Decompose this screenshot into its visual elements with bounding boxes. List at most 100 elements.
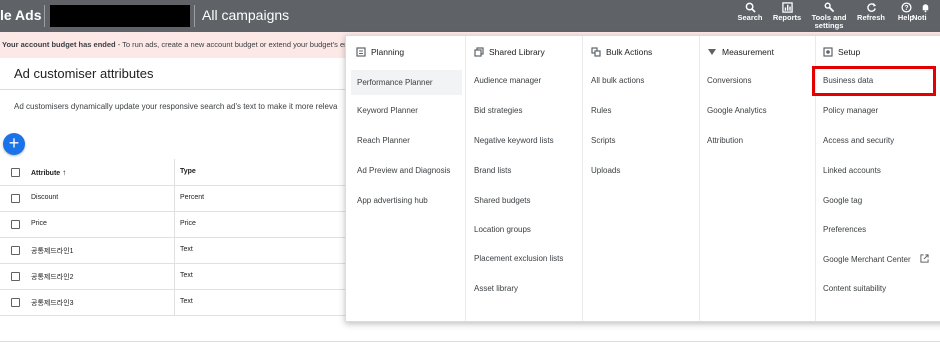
setup-icon xyxy=(823,47,833,57)
menu-item-google-tag[interactable]: Google tag xyxy=(823,196,862,205)
type-cell: Price xyxy=(180,220,196,227)
menu-item-preferences[interactable]: Preferences xyxy=(823,225,866,234)
shared-library-column: Shared Library Audience manager Bid stra… xyxy=(466,36,582,321)
bulk-actions-column: Bulk Actions All bulk actions Rules Scri… xyxy=(583,36,699,321)
bulk-actions-heading: Bulk Actions xyxy=(591,47,652,57)
menu-item-content-suitability[interactable]: Content suitability xyxy=(823,284,886,293)
row-checkbox[interactable] xyxy=(11,194,20,203)
row-checkbox[interactable] xyxy=(11,272,20,281)
sort-ascending-icon: ↑ xyxy=(62,168,67,177)
menu-item-uploads[interactable]: Uploads xyxy=(591,166,620,175)
menu-item-ad-preview-and-diagnosis[interactable]: Ad Preview and Diagnosis xyxy=(357,166,450,175)
menu-item-keyword-planner[interactable]: Keyword Planner xyxy=(357,106,418,115)
row-checkbox[interactable] xyxy=(11,220,20,229)
divider xyxy=(0,89,345,90)
page-description: Ad customisers dynamically update your r… xyxy=(14,102,338,111)
column-divider xyxy=(174,263,175,289)
menu-item-reach-planner[interactable]: Reach Planner xyxy=(357,136,410,145)
attribute-cell: 공통제드라인3 xyxy=(31,300,74,307)
planning-heading: Planning xyxy=(356,47,404,57)
measurement-heading: Measurement xyxy=(707,47,774,57)
attribute-cell: 공통제드라인2 xyxy=(31,274,74,281)
setup-title: Setup xyxy=(838,47,861,57)
notifications-button[interactable]: Noti xyxy=(912,2,940,22)
refresh-icon xyxy=(866,2,876,12)
alert-text: - To run ads, create a new account budge… xyxy=(115,40,363,49)
menu-item-placement-exclusion-lists[interactable]: Placement exclusion lists xyxy=(474,254,563,263)
bulk-actions-icon xyxy=(591,47,601,57)
attribute-cell: Price xyxy=(31,220,47,227)
table-row[interactable]: 공통제드라인1 Text xyxy=(0,237,345,264)
row-checkbox[interactable] xyxy=(11,298,20,307)
attribute-cell: 공통제드라인1 xyxy=(31,248,74,255)
type-cell: Text xyxy=(180,298,193,305)
table-row[interactable]: 공통제드라인2 Text xyxy=(0,263,345,290)
external-link-icon xyxy=(920,254,929,263)
menu-item-location-groups[interactable]: Location groups xyxy=(474,225,531,234)
table-row[interactable]: Price Price xyxy=(0,211,345,238)
menu-item-performance-planner[interactable]: Performance Planner xyxy=(351,70,462,95)
type-cell: Percent xyxy=(180,194,205,201)
menu-item-shared-budgets[interactable]: Shared budgets xyxy=(474,196,531,205)
menu-item-brand-lists[interactable]: Brand lists xyxy=(474,166,511,175)
menu-item-google-analytics[interactable]: Google Analytics xyxy=(707,106,767,115)
breadcrumb[interactable]: All campaigns xyxy=(202,7,289,23)
divider xyxy=(194,5,195,27)
product-logo[interactable]: le Ads xyxy=(0,7,42,23)
add-attribute-button[interactable]: + xyxy=(3,133,25,155)
menu-item-policy-manager[interactable]: Policy manager xyxy=(823,106,878,115)
column-divider xyxy=(174,159,175,185)
menu-item-scripts[interactable]: Scripts xyxy=(591,136,615,145)
menu-item-audience-manager[interactable]: Audience manager xyxy=(474,76,541,85)
top-bar: le Ads All campaigns Search Reports Tool… xyxy=(0,0,940,32)
column-header-attribute-label: Attribute xyxy=(31,170,61,177)
attribute-cell: Discount xyxy=(31,194,59,201)
menu-item-asset-library[interactable]: Asset library xyxy=(474,284,518,293)
table-row[interactable]: Discount Percent xyxy=(0,185,345,212)
reports-label: Reports xyxy=(772,13,802,22)
shared-library-heading: Shared Library xyxy=(474,47,545,57)
column-header-attribute[interactable]: Attribute ↑ xyxy=(31,168,66,177)
menu-item-app-advertising-hub[interactable]: App advertising hub xyxy=(357,196,428,205)
notification-icon xyxy=(922,4,929,13)
menu-item-attribution[interactable]: Attribution xyxy=(707,136,743,145)
wrench-icon xyxy=(824,2,834,13)
help-icon: ? xyxy=(900,2,912,13)
search-label: Search xyxy=(737,13,763,22)
column-divider xyxy=(174,185,175,211)
row-checkbox[interactable] xyxy=(11,246,20,255)
shared-library-title: Shared Library xyxy=(489,47,545,57)
table-row[interactable]: 공통제드라인3 Text xyxy=(0,289,345,316)
menu-item-google-merchant-center[interactable]: Google Merchant Center xyxy=(823,254,929,264)
column-header-type[interactable]: Type xyxy=(180,168,196,175)
column-divider xyxy=(174,237,175,263)
divider xyxy=(44,5,45,27)
menu-item-conversions[interactable]: Conversions xyxy=(707,76,751,85)
measurement-title: Measurement xyxy=(722,47,774,57)
account-selector[interactable] xyxy=(50,5,190,27)
page-title: Ad customiser attributes xyxy=(14,66,154,81)
search-icon xyxy=(745,2,756,13)
menu-item-linked-accounts[interactable]: Linked accounts xyxy=(823,166,881,175)
business-data-highlight xyxy=(812,66,936,96)
setup-heading: Setup xyxy=(823,47,860,57)
menu-item-rules[interactable]: Rules xyxy=(591,106,611,115)
divider xyxy=(0,341,940,342)
table-header: Attribute ↑ Type xyxy=(0,159,345,186)
menu-item-access-and-security[interactable]: Access and security xyxy=(823,136,894,145)
menu-item-negative-keyword-lists[interactable]: Negative keyword lists xyxy=(474,136,554,145)
tools-and-settings-label: Tools and settings xyxy=(811,13,847,30)
alert-title: Your account budget has ended xyxy=(2,40,116,49)
type-cell: Text xyxy=(180,272,193,279)
column-divider xyxy=(174,289,175,315)
menu-item-all-bulk-actions[interactable]: All bulk actions xyxy=(591,76,644,85)
measurement-column: Measurement Conversions Google Analytics… xyxy=(700,36,816,321)
column-divider xyxy=(174,211,175,237)
reports-icon xyxy=(781,2,793,13)
select-all-checkbox[interactable] xyxy=(11,168,20,177)
google-merchant-center-label: Google Merchant Center xyxy=(823,255,911,264)
planning-icon xyxy=(356,47,366,57)
measurement-icon xyxy=(708,49,716,55)
bulk-actions-title: Bulk Actions xyxy=(606,47,653,57)
menu-item-bid-strategies[interactable]: Bid strategies xyxy=(474,106,522,115)
